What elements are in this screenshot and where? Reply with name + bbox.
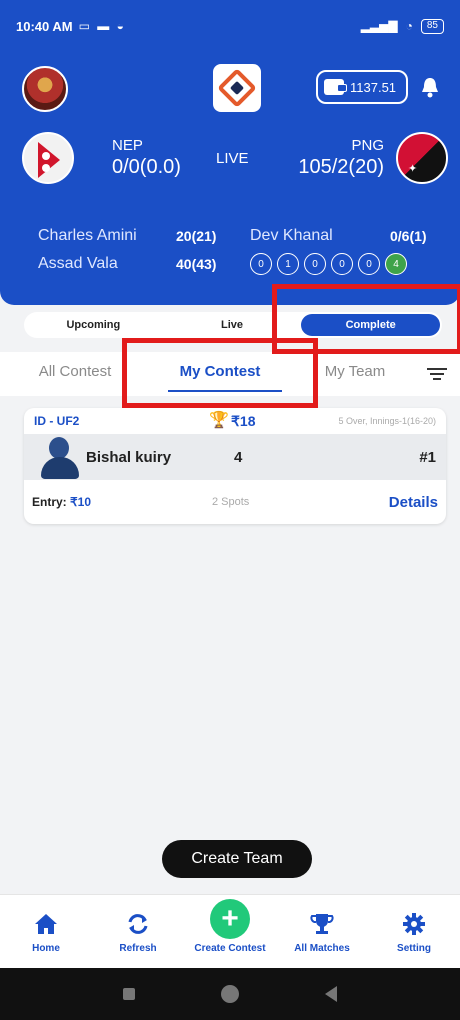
bowler-info: Dev Khanal 0/6(1) 0 1 0 0 0 4: [250, 222, 440, 278]
signal-icon: ▂▃▅▇: [360, 19, 398, 33]
user-rank: #1: [419, 448, 436, 466]
notification-icons: ▭ ▬ ◒: [78, 19, 126, 33]
entry-label: Entry:: [32, 495, 67, 509]
nav-home[interactable]: Home: [0, 895, 92, 968]
contest-meta: 5 Over, Innings-1(16-20): [338, 416, 436, 426]
app-logo: [213, 64, 261, 112]
status-bar: 10:40 AM ▭ ▬ ◒ ▂▃▅▇ ◔ 85: [0, 0, 460, 52]
nav-all-matches[interactable]: All Matches: [276, 895, 368, 968]
contest-prize: ₹18: [231, 412, 256, 429]
home-button-icon[interactable]: [221, 985, 239, 1003]
ball-result: 0: [331, 253, 353, 275]
status-time: 10:40 AM: [16, 18, 73, 34]
batter-row: Assad Vala 40(43): [38, 250, 228, 278]
trophy-icon: [310, 914, 334, 934]
batter-name: Assad Vala: [38, 255, 118, 272]
team-left: NEP 0/0(0.0): [22, 132, 193, 184]
team-left-code: NEP: [112, 137, 143, 154]
batters-list: Charles Amini 20(21) Assad Vala 40(43): [38, 222, 228, 278]
batter-name: Charles Amini: [38, 227, 137, 244]
team-right: PNG 105/2(20): [286, 132, 448, 184]
wallet-button[interactable]: 1137.51: [316, 70, 408, 104]
bell-icon[interactable]: [420, 76, 440, 98]
profile-avatar[interactable]: [22, 66, 68, 112]
back-icon[interactable]: [325, 986, 337, 1002]
match-status: LIVE: [216, 150, 249, 167]
nav-label: Create Contest: [194, 943, 266, 954]
user-points: 4: [234, 448, 243, 466]
ball-result: 1: [277, 253, 299, 275]
ball-result: 4: [385, 253, 407, 275]
bowler-name: Dev Khanal: [250, 227, 333, 244]
ball-result: 0: [358, 253, 380, 275]
create-team-button[interactable]: Create Team: [162, 840, 312, 878]
png-flag-icon: [396, 132, 448, 184]
spots-count: 2 Spots: [212, 496, 250, 508]
nav-label: Setting: [397, 943, 431, 954]
plus-icon: +: [210, 899, 250, 939]
recents-icon[interactable]: [123, 988, 135, 1000]
match-status-segment: Upcoming Live Complete: [24, 312, 442, 338]
system-nav-bar: [0, 968, 460, 1020]
home-icon: [35, 914, 57, 934]
nav-setting[interactable]: Setting: [368, 895, 460, 968]
tab-all-contest[interactable]: All Contest: [0, 352, 150, 396]
battery-icon: 85: [420, 18, 444, 34]
segment-live[interactable]: Live: [163, 314, 302, 336]
contest-id: ID - UF2: [34, 414, 80, 428]
segment-upcoming[interactable]: Upcoming: [24, 314, 163, 336]
entry-amount: ₹10: [70, 495, 91, 509]
nav-label: Refresh: [119, 943, 157, 954]
wallet-icon: [324, 79, 347, 95]
bottom-nav: Home Refresh + Create Contest All Matche…: [0, 894, 460, 968]
match-header: 10:40 AM ▭ ▬ ◒ ▂▃▅▇ ◔ 85 1137.51 NEP 0/0…: [0, 0, 460, 305]
team-right-score: 105/2(20): [298, 156, 384, 178]
team-right-code: PNG: [351, 137, 384, 154]
batter-stat: 40(43): [176, 256, 217, 272]
wallet-balance: 1137.51: [350, 79, 397, 95]
batter-stat: 20(21): [176, 228, 217, 244]
nav-label: Home: [32, 943, 60, 954]
batter-row: Charles Amini 20(21): [38, 222, 228, 250]
nav-create-contest[interactable]: + Create Contest: [184, 895, 276, 968]
details-link[interactable]: Details: [389, 494, 438, 511]
filter-icon[interactable]: [426, 366, 448, 382]
refresh-icon: [128, 914, 148, 934]
trophy-icon: 🏆: [209, 412, 229, 429]
wifi-icon: ◔: [405, 19, 413, 33]
tab-my-team[interactable]: My Team: [290, 352, 420, 396]
leaderboard-row: Bishal kuiry 4 #1: [24, 434, 446, 480]
team-left-score: 0/0(0.0): [112, 156, 181, 178]
recent-balls: 0 1 0 0 0 4: [250, 250, 440, 278]
user-name: Bishal kuiry: [86, 448, 172, 466]
segment-complete[interactable]: Complete: [301, 314, 441, 336]
nav-refresh[interactable]: Refresh: [92, 895, 184, 968]
ball-result: 0: [304, 253, 326, 275]
ball-result: 0: [250, 253, 272, 275]
nav-label: All Matches: [294, 943, 350, 954]
gear-icon: [403, 913, 425, 935]
user-avatar-icon: [38, 435, 82, 479]
contest-tabs: All Contest My Contest My Team: [0, 352, 460, 396]
bowler-stat: 0/6(1): [390, 228, 427, 244]
tab-my-contest[interactable]: My Contest: [150, 352, 290, 396]
contest-card[interactable]: ID - UF2 🏆 ₹18 5 Over, Innings-1(16-20) …: [24, 408, 446, 524]
nepal-flag-icon: [22, 132, 74, 184]
